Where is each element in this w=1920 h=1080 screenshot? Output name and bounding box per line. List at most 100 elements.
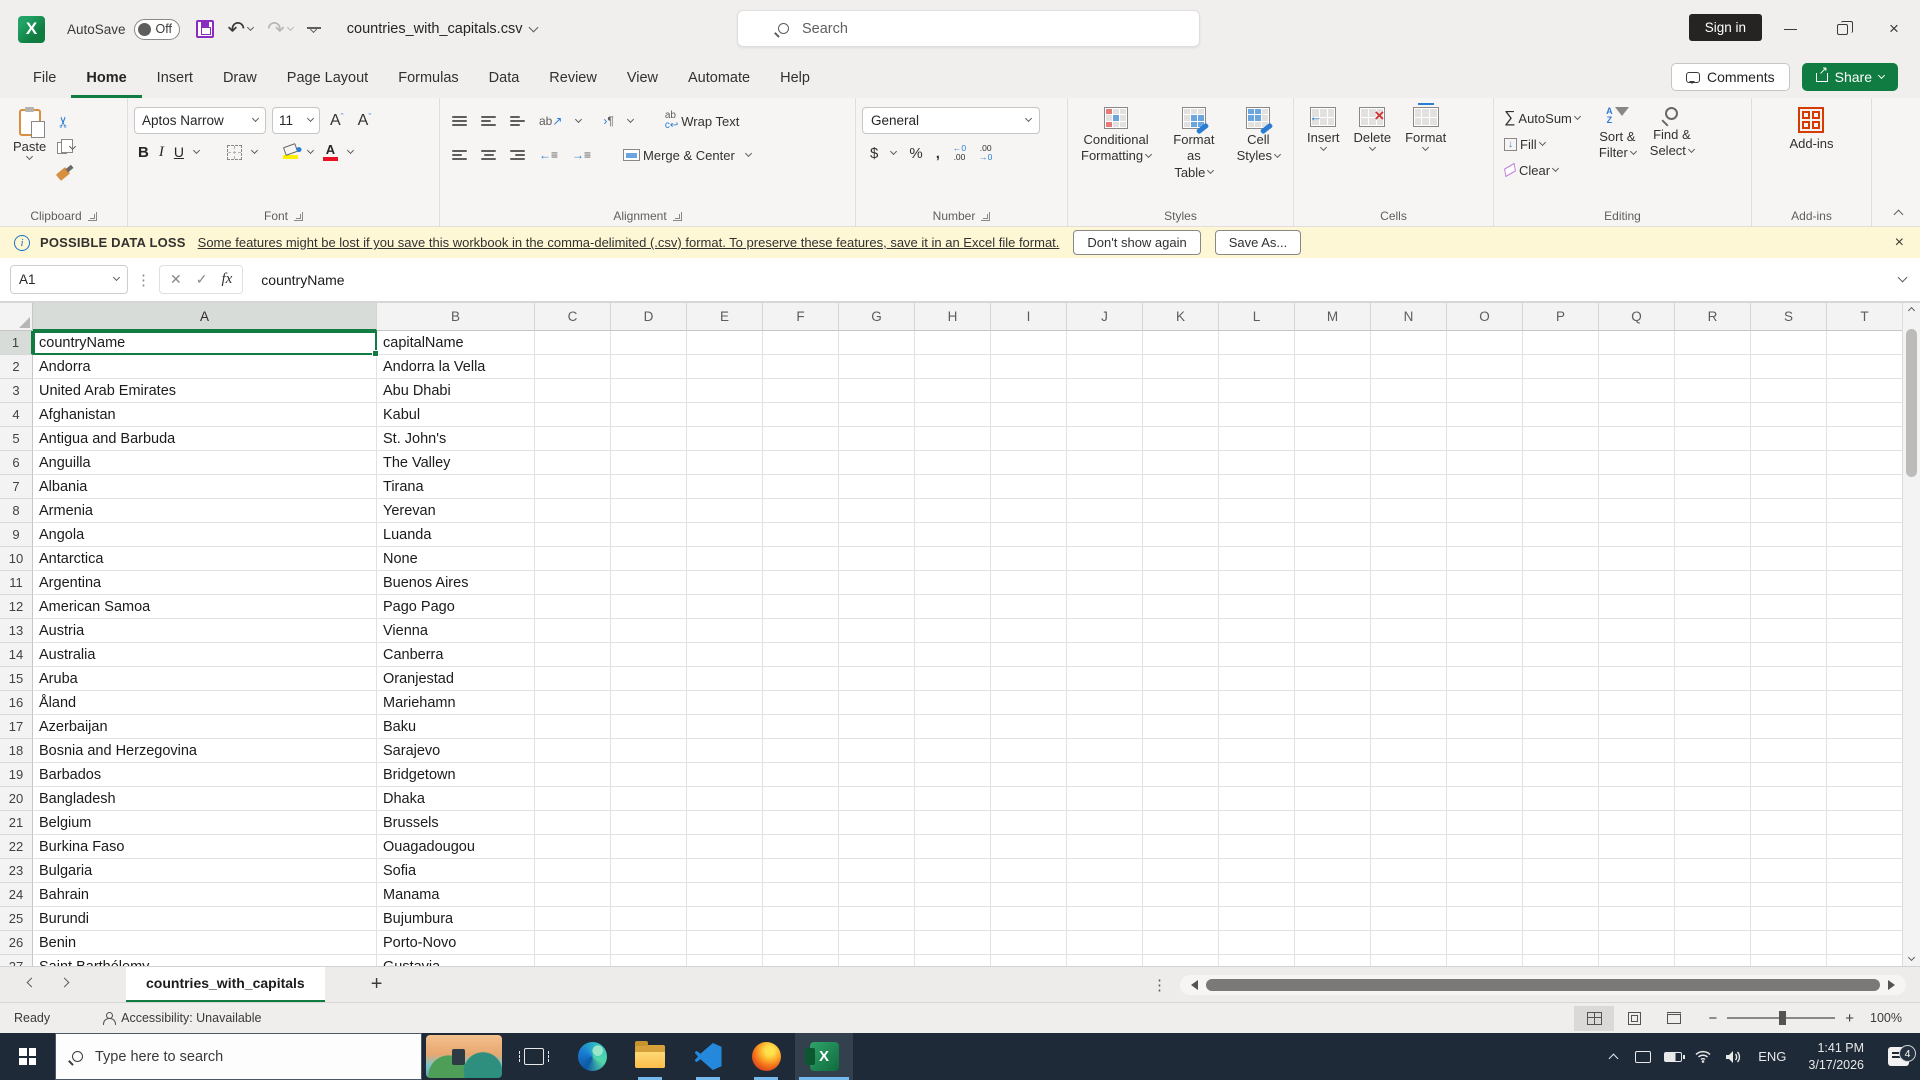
cell-empty[interactable] [1371,619,1447,643]
row-header-23[interactable]: 23 [0,859,33,883]
cell-empty[interactable] [763,931,839,955]
clipboard-dialog-launcher-icon[interactable] [88,212,97,221]
cell-empty[interactable] [915,739,991,763]
cell-empty[interactable] [1675,475,1751,499]
start-button[interactable] [0,1033,55,1080]
cell-empty[interactable] [687,523,763,547]
cell-empty[interactable] [687,451,763,475]
cell-empty[interactable] [611,547,687,571]
cell-empty[interactable] [763,595,839,619]
wrap-text-button[interactable]: abc↩ Wrap Text [661,109,743,133]
row-header-1[interactable]: 1 [0,331,33,355]
align-middle-icon[interactable] [481,116,496,126]
cell-empty[interactable] [535,955,611,966]
cell-empty[interactable] [1295,355,1371,379]
horizontal-scrollbar[interactable] [1180,975,1906,995]
cell-empty[interactable] [1751,451,1827,475]
tab-view[interactable]: View [612,61,673,98]
cell-empty[interactable] [915,523,991,547]
row-header-18[interactable]: 18 [0,739,33,763]
cell-empty[interactable] [611,931,687,955]
cell-country[interactable]: Armenia [33,499,377,523]
zoom-out-button[interactable]: − [1708,1010,1717,1027]
cell-empty[interactable] [1751,715,1827,739]
autosave-toggle[interactable]: Off [134,19,180,40]
cell-empty[interactable] [1827,403,1903,427]
cell-empty[interactable] [687,955,763,966]
cell-empty[interactable] [1523,667,1599,691]
cell-empty[interactable] [1067,403,1143,427]
cell-empty[interactable] [1827,595,1903,619]
cell-empty[interactable] [1219,571,1295,595]
cell-empty[interactable] [535,811,611,835]
cell-empty[interactable] [1067,643,1143,667]
cell-empty[interactable] [915,955,991,966]
cell-empty[interactable] [1751,595,1827,619]
cell-empty[interactable] [1219,499,1295,523]
cell-empty[interactable] [1219,763,1295,787]
cell-empty[interactable] [1751,643,1827,667]
align-top-icon[interactable] [452,116,467,126]
cell-empty[interactable] [687,595,763,619]
cell-empty[interactable] [1827,739,1903,763]
cell-empty[interactable] [535,499,611,523]
cell-empty[interactable] [1675,931,1751,955]
cell-empty[interactable] [611,403,687,427]
column-header-O[interactable]: O [1447,303,1523,331]
insert-cells-button[interactable]: Insert [1300,104,1347,153]
cell-empty[interactable] [1675,451,1751,475]
cell-empty[interactable] [763,643,839,667]
cell-empty[interactable] [1143,739,1219,763]
row-header-27[interactable]: 27 [0,955,33,966]
cell-empty[interactable] [1523,739,1599,763]
cell-empty[interactable] [611,595,687,619]
cell-empty[interactable] [611,619,687,643]
cell-country[interactable]: Australia [33,643,377,667]
cell-capital[interactable]: Sarajevo [377,739,535,763]
cell-capital[interactable]: Buenos Aires [377,571,535,595]
cell-empty[interactable] [1219,811,1295,835]
cell-empty[interactable] [1371,403,1447,427]
cell-empty[interactable] [687,691,763,715]
cell-empty[interactable] [1827,619,1903,643]
cell-empty[interactable] [991,475,1067,499]
tab-scrollbar-splitter[interactable]: ⋮ [1152,976,1167,994]
decrease-indent-icon[interactable]: ←≡ [539,148,558,162]
row-header-13[interactable]: 13 [0,619,33,643]
row-header-24[interactable]: 24 [0,883,33,907]
save-as-button[interactable]: Save As... [1215,230,1302,255]
cell-empty[interactable] [1371,379,1447,403]
row-header-10[interactable]: 10 [0,547,33,571]
scroll-down-icon[interactable] [1908,954,1915,961]
excel-app-icon[interactable]: X [18,16,45,43]
volume-icon[interactable] [1718,1050,1748,1064]
cell-empty[interactable] [1523,643,1599,667]
cell-empty[interactable] [1523,523,1599,547]
cell-empty[interactable] [1599,835,1675,859]
cell-empty[interactable] [1219,955,1295,966]
cell-empty[interactable] [1067,331,1143,355]
cell-empty[interactable] [535,595,611,619]
sign-in-button[interactable]: Sign in [1689,14,1762,41]
cell-empty[interactable] [1371,499,1447,523]
merge-center-button[interactable]: Merge & Center [619,143,755,167]
cell-empty[interactable] [1523,571,1599,595]
cell-empty[interactable] [839,499,915,523]
cell-empty[interactable] [535,331,611,355]
alignment-dialog-launcher-icon[interactable] [673,212,682,221]
minimize-button[interactable] [1764,0,1816,58]
cell-empty[interactable] [535,619,611,643]
cell-empty[interactable] [1447,475,1523,499]
cell-empty[interactable] [1523,763,1599,787]
cell-empty[interactable] [1143,835,1219,859]
cell-empty[interactable] [535,547,611,571]
cell-country[interactable]: Aruba [33,667,377,691]
cell-empty[interactable] [1599,523,1675,547]
cell-empty[interactable] [1675,667,1751,691]
cell-empty[interactable] [1219,595,1295,619]
cell-empty[interactable] [1675,835,1751,859]
cell-empty[interactable] [839,331,915,355]
cell-country[interactable]: Åland [33,691,377,715]
cell-empty[interactable] [1827,475,1903,499]
cell-empty[interactable] [991,715,1067,739]
